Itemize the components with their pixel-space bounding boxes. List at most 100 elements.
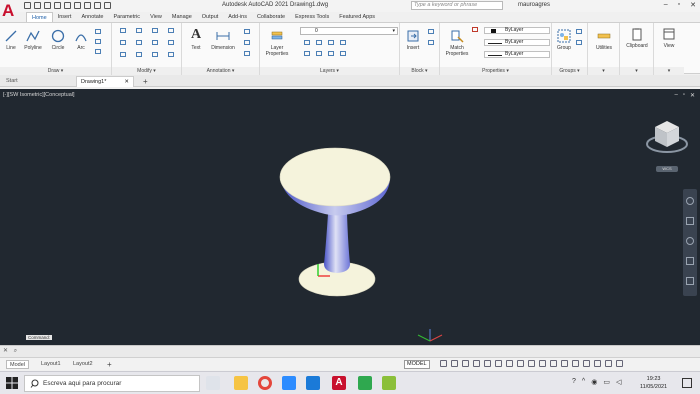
autocad-logo-icon[interactable]: A	[2, 1, 20, 23]
hatch-icon[interactable]	[95, 39, 101, 44]
view-tool[interactable]: View	[656, 27, 682, 49]
command-close-icon[interactable]: ✕	[3, 348, 8, 354]
color-wheel-icon[interactable]	[472, 27, 478, 32]
todo-icon[interactable]	[306, 376, 320, 390]
drawing-viewport[interactable]: [-][SW Isometric][Conceptual] – ▫ ✕ WCS …	[0, 89, 700, 345]
copy-icon[interactable]	[120, 40, 126, 45]
battery-icon[interactable]: ▭	[603, 378, 610, 386]
tab-insert[interactable]: Insert	[53, 12, 77, 22]
graphics-performance-icon[interactable]	[594, 360, 601, 367]
panel-title-draw[interactable]: Draw ▾	[0, 67, 111, 75]
panel-title-groups[interactable]: Groups ▾	[552, 67, 587, 75]
tab-view[interactable]: View	[145, 12, 167, 22]
panel-title-view[interactable]: ▾	[654, 67, 684, 75]
customization-icon[interactable]	[616, 360, 623, 367]
windows-start-icon[interactable]	[6, 377, 18, 389]
leader-icon[interactable]	[244, 29, 250, 34]
green-app-icon[interactable]	[358, 376, 372, 390]
dimension-tool[interactable]: Dimension	[208, 29, 238, 51]
layer-state-icon[interactable]	[304, 40, 310, 45]
lineweight-dropdown[interactable]: ByLayer	[484, 39, 550, 46]
save-as-icon[interactable]	[54, 2, 61, 9]
group-tool[interactable]: Group	[554, 29, 574, 51]
model-space-button[interactable]: MODEL	[404, 360, 430, 369]
quick-properties-icon[interactable]	[561, 360, 568, 367]
layer-dropdown[interactable]: 0 ▾	[300, 27, 398, 35]
match-layer-icon[interactable]	[316, 51, 322, 56]
viewport-close-icon[interactable]: ✕	[690, 92, 695, 99]
user-name[interactable]: mauroagres	[518, 2, 550, 8]
tab-output[interactable]: Output	[197, 12, 224, 22]
insert-tool[interactable]: Insert	[402, 29, 424, 51]
snap-icon[interactable]	[451, 360, 458, 367]
zoom-app-icon[interactable]	[282, 376, 296, 390]
table-icon[interactable]	[244, 40, 250, 45]
zoom-icon[interactable]	[686, 237, 694, 245]
isodraft-icon[interactable]	[484, 360, 491, 367]
create-block-icon[interactable]	[428, 29, 434, 34]
markup-icon[interactable]	[244, 51, 250, 56]
layer-lock-icon[interactable]	[328, 51, 334, 56]
array-icon[interactable]	[152, 52, 158, 57]
open-web-icon[interactable]	[64, 2, 71, 9]
mirror-icon[interactable]	[136, 40, 142, 45]
maximize-icon[interactable]: ▫	[678, 1, 680, 9]
match-properties-tool[interactable]: Match Properties	[442, 29, 472, 57]
minimize-icon[interactable]: –	[664, 1, 668, 9]
panel-title-modify[interactable]: Modify ▾	[112, 67, 181, 75]
layer-freeze-icon[interactable]	[340, 40, 346, 45]
file-explorer-icon[interactable]	[234, 376, 248, 390]
plot-icon[interactable]	[84, 2, 91, 9]
tab-layout1[interactable]: Layout1	[38, 360, 64, 369]
explode-icon[interactable]	[168, 40, 174, 45]
scale-icon[interactable]	[136, 52, 142, 57]
tab-parametric[interactable]: Parametric	[108, 12, 145, 22]
ungroup-icon[interactable]	[576, 29, 582, 34]
close-tab-icon[interactable]: ✕	[124, 77, 129, 88]
offset-icon[interactable]	[168, 52, 174, 57]
annotation-scale-icon[interactable]	[517, 360, 524, 367]
system-clock[interactable]: 19:23 11/05/2021	[640, 375, 667, 391]
grid-icon[interactable]	[440, 360, 447, 367]
rotate-icon[interactable]	[136, 28, 142, 33]
color-dropdown[interactable]: ByLayer	[484, 27, 550, 34]
lock-ui-icon[interactable]	[572, 360, 579, 367]
steering-wheel-icon[interactable]	[686, 197, 694, 205]
clean-screen-icon[interactable]	[605, 360, 612, 367]
viewport-maximize-icon[interactable]: ▫	[683, 92, 685, 99]
task-view-icon[interactable]	[206, 376, 220, 390]
isolate-objects-icon[interactable]	[583, 360, 590, 367]
3d-model-goblet[interactable]	[270, 144, 400, 304]
help-icon[interactable]: ?	[572, 378, 576, 386]
volume-icon[interactable]: ◁	[616, 378, 621, 386]
viewcube-icon[interactable]	[645, 117, 689, 157]
network-icon[interactable]: ◉	[591, 378, 597, 386]
panel-title-clipboard[interactable]: ▾	[620, 67, 653, 75]
save-web-icon[interactable]	[74, 2, 81, 9]
object-snap-tracking-icon[interactable]	[495, 360, 502, 367]
units-icon[interactable]	[550, 360, 557, 367]
layer-off-icon[interactable]	[328, 40, 334, 45]
text-tool[interactable]: A Text	[186, 27, 206, 51]
layer-isolate-icon[interactable]	[316, 40, 322, 45]
redo-icon[interactable]	[104, 2, 111, 9]
tab-home[interactable]: Home	[26, 12, 53, 22]
make-current-icon[interactable]	[304, 51, 310, 56]
panel-title-utilities[interactable]: ▾	[588, 67, 619, 75]
paint-app-icon[interactable]	[382, 376, 396, 390]
circle-tool[interactable]: Circle	[48, 29, 68, 51]
panel-title-annotation[interactable]: Annotation ▾	[182, 67, 259, 75]
tab-express-tools[interactable]: Express Tools	[290, 12, 334, 22]
object-snap-icon[interactable]	[506, 360, 513, 367]
orbit-icon[interactable]	[686, 257, 694, 265]
edit-block-icon[interactable]	[428, 40, 434, 45]
notifications-icon[interactable]	[682, 378, 692, 388]
linetype-dropdown[interactable]: ByLayer	[484, 51, 550, 58]
fillet-icon[interactable]	[152, 40, 158, 45]
chrome-icon[interactable]	[258, 376, 272, 390]
open-icon[interactable]	[34, 2, 41, 9]
annotation-monitor-icon[interactable]	[539, 360, 546, 367]
taskbar-search-input[interactable]: Escreva aqui para procurar	[24, 375, 200, 392]
viewport-minimize-icon[interactable]: –	[674, 92, 677, 99]
viewport-controls-label[interactable]: [-][SW Isometric][Conceptual]	[3, 92, 75, 98]
